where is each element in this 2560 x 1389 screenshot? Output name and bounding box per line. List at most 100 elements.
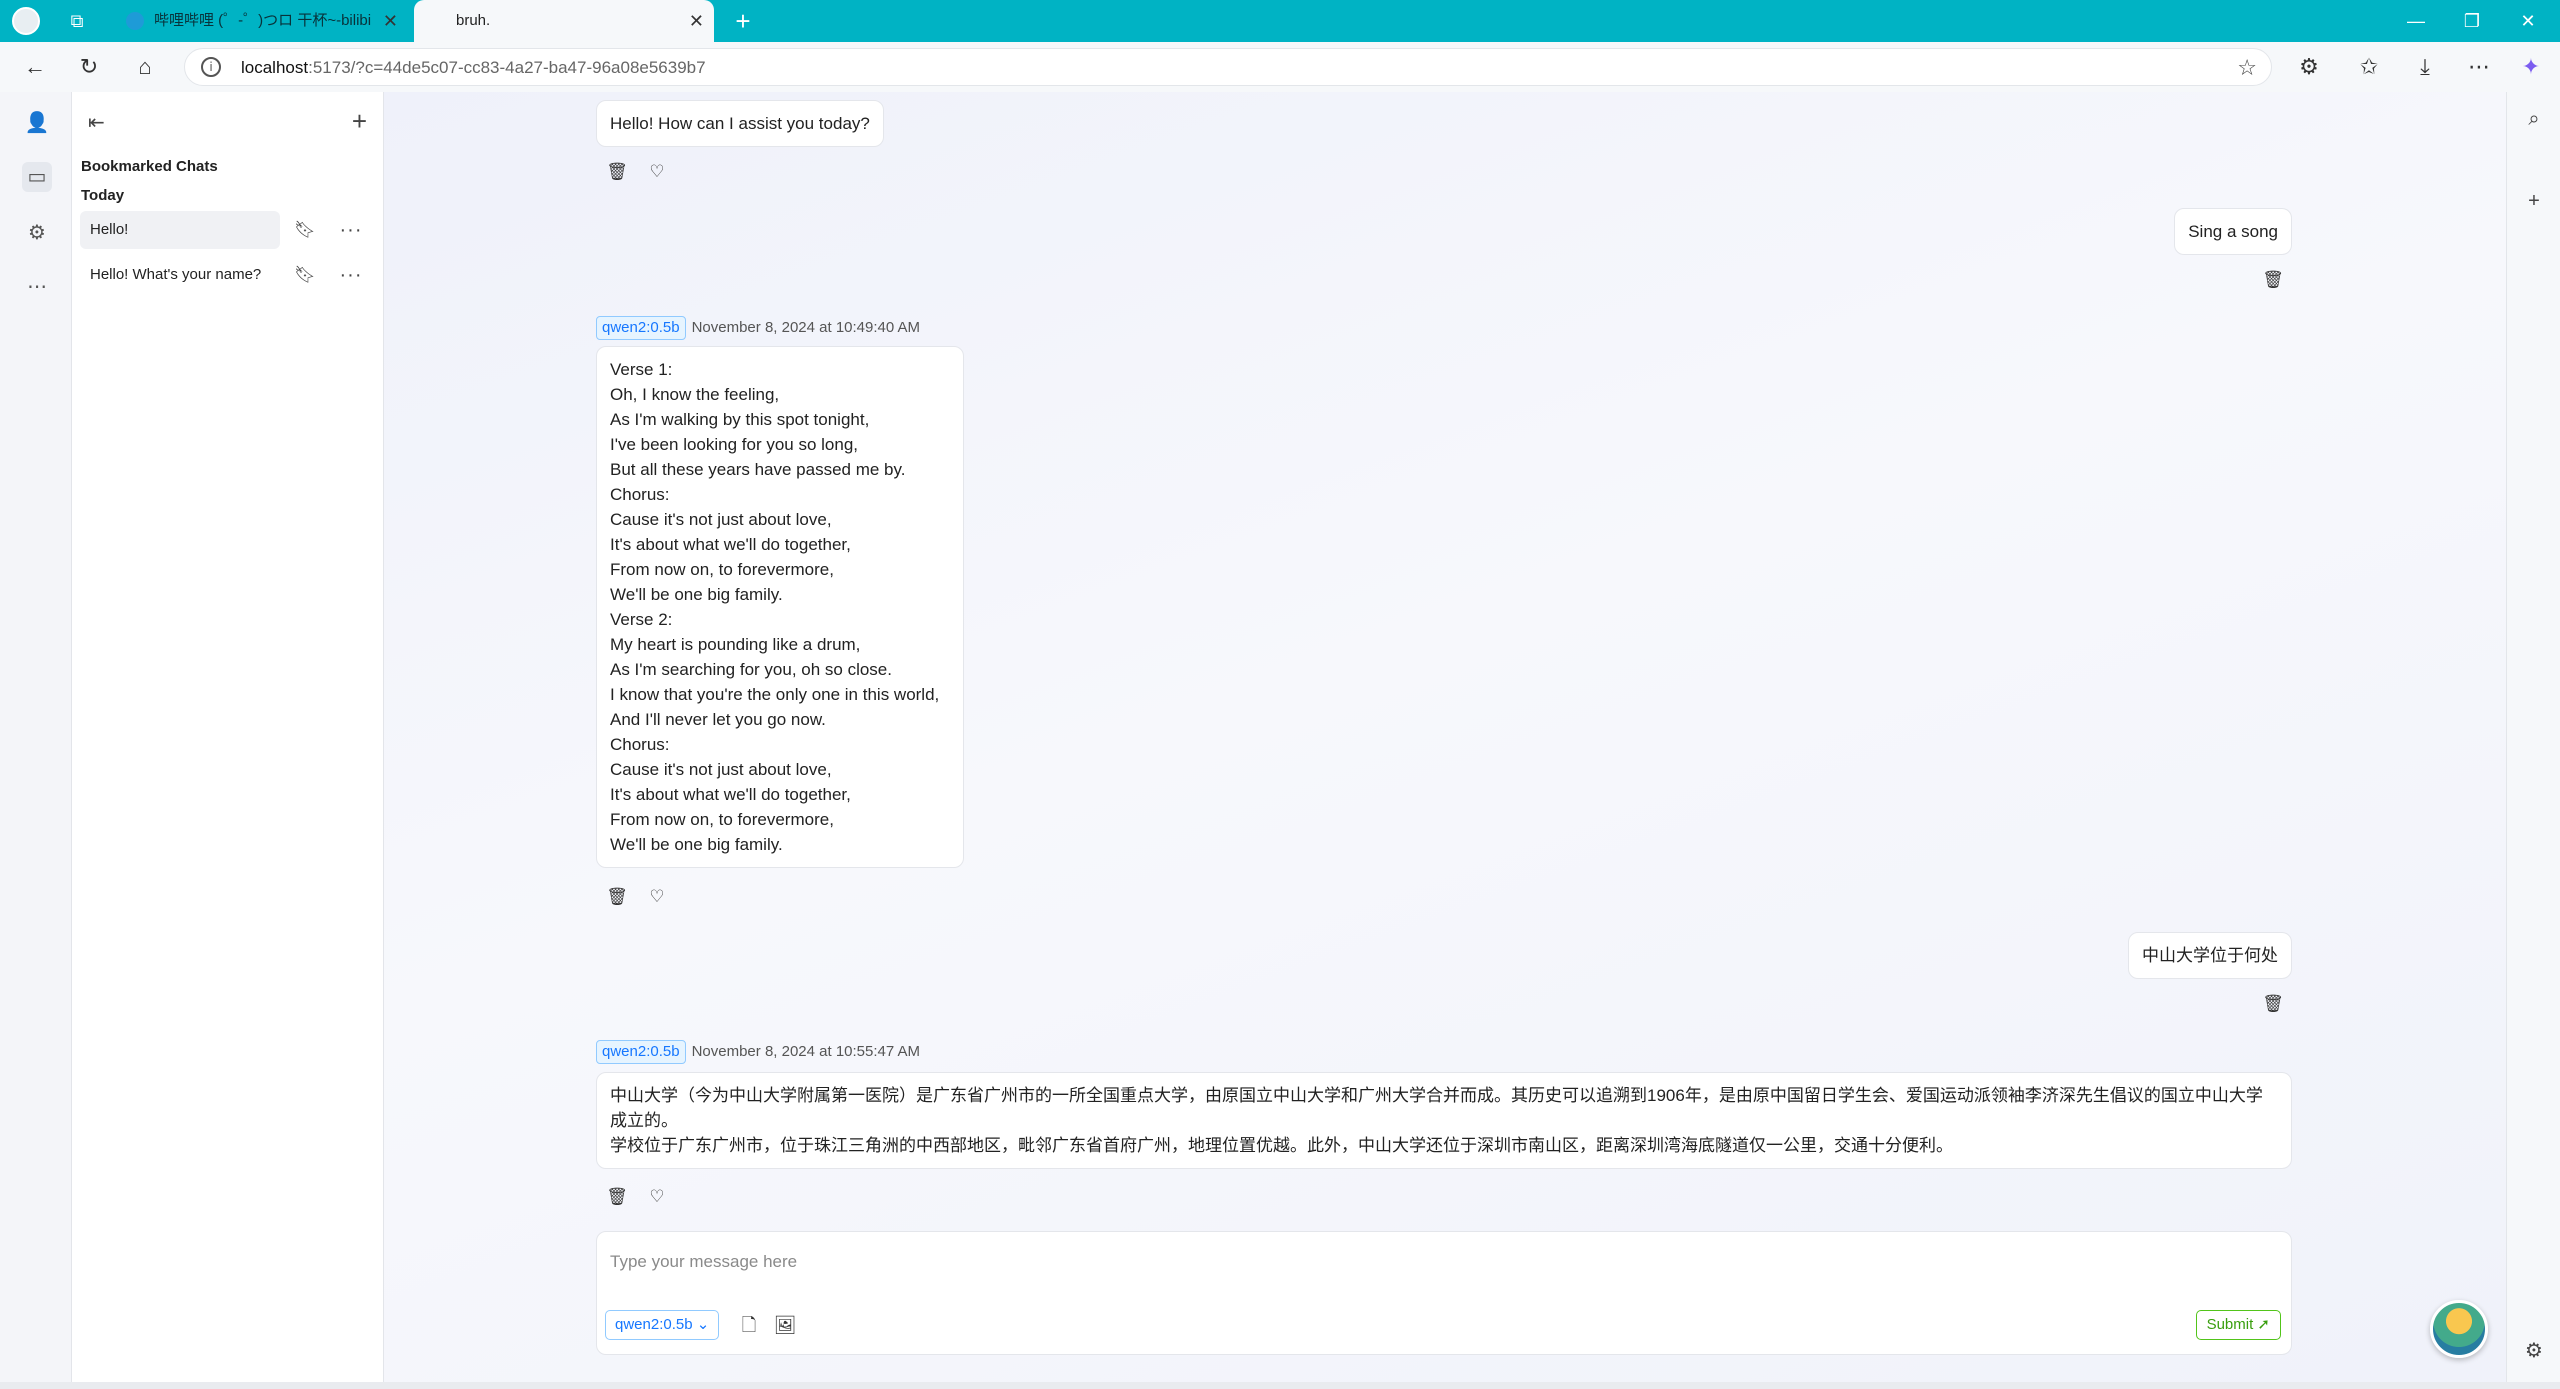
assistant-message: Verse 1: Oh, I know the feeling, As I'm wa… [596, 346, 964, 868]
song-line: Verse 2: [610, 610, 673, 629]
song-line: My heart is pounding like a drum, [610, 635, 861, 654]
delete-icon[interactable]: 🗑︎ [604, 160, 630, 184]
tab-title: bruh. [456, 12, 491, 29]
message-actions: 🗑︎ [2260, 268, 2300, 292]
message-actions: 🗑︎ [2260, 992, 2300, 1016]
send-icon: ➚ [2257, 1316, 2270, 1333]
song-line: We'll be one big family. [610, 585, 783, 604]
close-tab-icon[interactable]: ✕ [383, 0, 398, 42]
delete-icon[interactable]: 🗑︎ [2260, 992, 2286, 1016]
bookmarked-heading: Bookmarked Chats [81, 158, 218, 175]
profile-avatar[interactable] [12, 7, 40, 35]
more-menu-icon[interactable]: ⋯ [2462, 51, 2496, 83]
new-chat-button[interactable]: + [352, 106, 367, 137]
attach-image-icon[interactable]: 🖼︎ [773, 1312, 797, 1338]
assistant-avatar[interactable] [2430, 1300, 2488, 1358]
browser-toolbar: ← ↻ ⌂ i localhost:5173/?c=44de5c07-cc83-… [0, 42, 2560, 92]
song-text: Verse 1: Oh, I know the feeling, As I'm wa… [610, 357, 950, 857]
song-line: And I'll never let you go now. [610, 710, 826, 729]
like-icon[interactable]: ♡ [644, 885, 670, 909]
like-icon[interactable]: ♡ [644, 160, 670, 184]
settings-icon[interactable]: ⚙ [22, 218, 52, 248]
collapse-sidebar-icon[interactable]: ⇤ [88, 110, 105, 135]
assistant-message: Hello! How can I assist you today? [596, 100, 884, 147]
bottom-strip [0, 1382, 2560, 1389]
message-meta: qwen2:0.5b November 8, 2024 at 10:49:40 A… [596, 316, 920, 340]
app-nav: 👤 ▭ ⚙ ⋯ [0, 92, 72, 1382]
user-message: Sing a song [2174, 208, 2292, 255]
bilibili-favicon-icon [126, 12, 144, 30]
timestamp: November 8, 2024 at 10:55:47 AM [691, 1043, 921, 1060]
song-line: We'll be one big family. [610, 835, 783, 854]
timestamp: November 8, 2024 at 10:49:40 AM [691, 319, 921, 336]
restore-button[interactable]: ❐ [2444, 0, 2500, 42]
refresh-icon[interactable]: ↻ [72, 51, 106, 83]
song-line: Cause it's not just about love, [610, 510, 832, 529]
close-tab-icon[interactable]: ✕ [689, 0, 704, 42]
song-line: Chorus: [610, 485, 670, 504]
song-line: It's about what we'll do together, [610, 535, 851, 554]
song-line: Oh, I know the feeling, [610, 385, 780, 404]
model-tag: qwen2:0.5b [596, 316, 686, 340]
message-actions: 🗑︎ ♡ [604, 885, 684, 909]
song-line: Chorus: [610, 735, 670, 754]
back-icon[interactable]: ← [18, 51, 52, 83]
add-icon[interactable]: + [2519, 186, 2549, 216]
user-message: 中山大学位于何处 [2128, 932, 2292, 979]
home-icon[interactable]: ⌂ [128, 51, 162, 83]
song-line: From now on, to forevermore, [610, 810, 834, 829]
user-icon[interactable]: 👤 [22, 108, 52, 138]
song-line: I know that you're the only one in this … [610, 685, 940, 704]
tab-bruh[interactable]: bruh. ✕ [414, 0, 714, 42]
attach-file-icon[interactable]: 🗋 [737, 1312, 761, 1338]
song-line: Cause it's not just about love, [610, 760, 832, 779]
tab-bilibili[interactable]: 哔哩哔哩 (゜-゜)つロ 干杯~-bilibi ✕ [112, 0, 408, 42]
submit-button[interactable]: Submit ➚ [2195, 1310, 2281, 1340]
song-line: As I'm walking by this spot tonight, [610, 410, 870, 429]
site-info-icon[interactable]: i [201, 57, 221, 77]
chat-more-icon[interactable]: ··· [338, 218, 364, 242]
bookmark-icon[interactable]: 🔖︎ [294, 218, 316, 242]
delete-icon[interactable]: 🗑︎ [604, 885, 630, 909]
chat-main: Hello! How can I assist you today? 🗑︎ ♡ S… [384, 92, 2506, 1382]
song-line: Verse 1: [610, 360, 673, 379]
chat-sidebar: ⇤ + Bookmarked Chats Today Hello! 🔖︎ ···… [72, 92, 384, 1382]
favorites-icon[interactable]: ✩ [2352, 51, 2386, 83]
model-tag: qwen2:0.5b [596, 1040, 686, 1064]
chat-icon[interactable]: ▭ [22, 162, 52, 192]
assistant-message: 中山大学（今为中山大学附属第一医院）是广东省广州市的一所全国重点大学，由原国立中… [596, 1072, 2292, 1169]
chat-more-icon[interactable]: ··· [338, 263, 364, 287]
extensions-icon[interactable]: ⚙ [2292, 51, 2326, 83]
copilot-icon[interactable]: ✦ [2514, 51, 2548, 83]
message-actions: 🗑︎ ♡ [604, 160, 684, 184]
message-input[interactable]: Type your message here [610, 1252, 797, 1272]
group-label-today: Today [81, 187, 125, 204]
chat-list-item[interactable]: Hello! [80, 211, 280, 249]
song-line: As I'm searching for you, oh so close. [610, 660, 892, 679]
workspaces-icon[interactable]: ⧉ [66, 10, 88, 32]
bookmark-icon[interactable]: 🔖︎ [294, 263, 316, 287]
song-line: I've been looking for you so long, [610, 435, 859, 454]
message-actions: 🗑︎ ♡ [604, 1185, 684, 1209]
downloads-icon[interactable]: ⤓ [2408, 51, 2442, 83]
delete-icon[interactable]: 🗑︎ [604, 1185, 630, 1209]
new-tab-button[interactable]: + [726, 4, 760, 38]
answer-paragraph: 学校位于广东广州市，位于珠江三角洲的中西部地区，毗邻广东省首府广州，地理位置优越… [610, 1136, 1953, 1155]
chevron-down-icon: ⌄ [696, 1316, 710, 1333]
favorite-star-icon[interactable]: ☆ [2237, 53, 2257, 83]
message-composer: Type your message here qwen2:0.5b ⌄ 🗋 🖼︎… [596, 1231, 2292, 1355]
search-icon[interactable]: ⌕ [2519, 104, 2549, 134]
minimize-button[interactable]: — [2388, 0, 2444, 42]
like-icon[interactable]: ♡ [644, 1185, 670, 1209]
gear-icon[interactable]: ⚙ [2519, 1336, 2549, 1366]
song-line: But all these years have passed me by. [610, 460, 906, 479]
more-icon[interactable]: ⋯ [22, 272, 52, 302]
browser-tab-bar: ⧉ 哔哩哔哩 (゜-゜)つロ 干杯~-bilibi ✕ bruh. ✕ + — … [0, 0, 2560, 42]
chat-list-item[interactable]: Hello! What's your name? [80, 256, 280, 294]
delete-icon[interactable]: 🗑︎ [2260, 268, 2286, 292]
model-select[interactable]: qwen2:0.5b ⌄ [605, 1310, 720, 1340]
address-bar[interactable]: i localhost:5173/?c=44de5c07-cc83-4a27-b… [184, 48, 2272, 86]
message-meta: qwen2:0.5b November 8, 2024 at 10:55:47 A… [596, 1040, 920, 1064]
close-window-button[interactable]: ✕ [2500, 0, 2556, 42]
song-line: From now on, to forevermore, [610, 560, 834, 579]
